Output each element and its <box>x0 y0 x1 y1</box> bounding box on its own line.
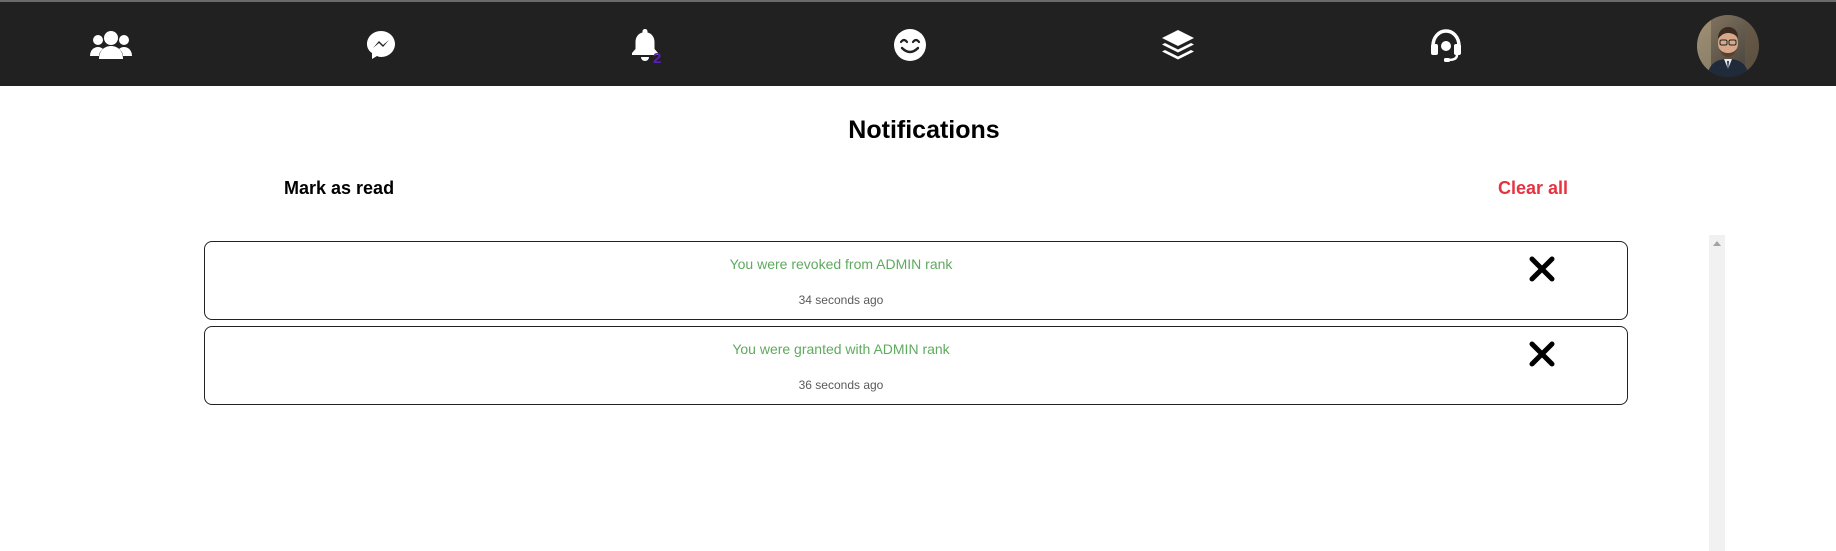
top-navigation-bar: 2 <box>0 0 1836 86</box>
user-avatar[interactable] <box>1697 15 1759 77</box>
notification-count-badge: 2 <box>653 50 662 67</box>
nav-messenger[interactable] <box>351 2 411 88</box>
caret-up-icon <box>1713 241 1721 246</box>
users-icon <box>90 31 132 59</box>
dismiss-notification-button[interactable] <box>1528 255 1556 283</box>
nav-support[interactable] <box>1416 2 1476 88</box>
notification-time: 34 seconds ago <box>798 293 884 307</box>
nav-friends[interactable] <box>81 2 141 88</box>
nav-layers[interactable] <box>1148 2 1208 88</box>
close-icon <box>1529 341 1555 367</box>
clear-all-button[interactable]: Clear all <box>1498 178 1568 199</box>
smile-icon <box>894 29 926 61</box>
page-title: Notifications <box>848 116 1000 144</box>
messenger-icon <box>367 31 395 59</box>
notification-time: 36 seconds ago <box>798 378 884 392</box>
scrollbar[interactable] <box>1709 235 1725 551</box>
notification-message: You were revoked from ADMIN rank <box>729 256 953 272</box>
avatar-icon <box>1697 15 1759 77</box>
notification-card: You were granted with ADMIN rank 36 seco… <box>204 326 1628 405</box>
close-icon <box>1529 256 1555 282</box>
scroll-up-arrow[interactable] <box>1709 235 1725 251</box>
notification-card: You were revoked from ADMIN rank 34 seco… <box>204 241 1628 320</box>
headset-icon <box>1431 29 1461 62</box>
notification-message: You were granted with ADMIN rank <box>732 341 950 357</box>
dismiss-notification-button[interactable] <box>1528 340 1556 368</box>
mark-as-read-button[interactable]: Mark as read <box>284 178 394 199</box>
nav-notifications[interactable]: 2 <box>615 2 675 88</box>
layers-icon <box>1162 30 1194 60</box>
nav-emoji[interactable] <box>880 2 940 88</box>
